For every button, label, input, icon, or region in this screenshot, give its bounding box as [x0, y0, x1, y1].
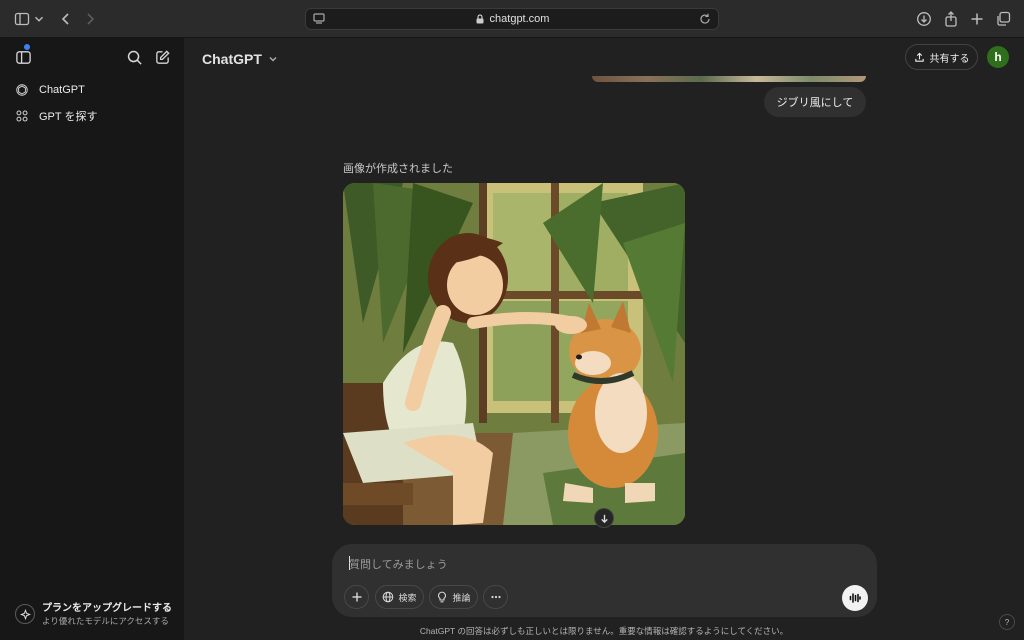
- ghibli-girl-dog-illustration: [343, 183, 685, 525]
- voice-mode-button[interactable]: [842, 585, 868, 611]
- lock-icon: [476, 14, 484, 24]
- model-selector[interactable]: ChatGPT: [202, 49, 279, 69]
- chevron-down-icon[interactable]: [32, 9, 46, 29]
- grid-icon: [14, 108, 30, 124]
- upgrade-title: プランをアップグレードする: [42, 602, 172, 614]
- sparkle-icon: [15, 604, 35, 624]
- upgrade-subtitle: より優れたモデルにアクセスする: [42, 615, 169, 626]
- attach-button[interactable]: [344, 585, 369, 609]
- scroll-to-bottom-button[interactable]: [594, 508, 614, 528]
- share-sheet-icon[interactable]: [941, 9, 961, 29]
- user-message: ジブリ風にして: [764, 87, 866, 117]
- browser-toolbar: chatgpt.com: [0, 0, 1024, 38]
- sidebar: ChatGPT GPT を探す プランをアップグレードする より優れたモデルにア…: [0, 38, 184, 640]
- upload-icon: [914, 52, 924, 62]
- sidebar-toggle-icon[interactable]: [12, 9, 32, 29]
- forward-arrow-icon[interactable]: [80, 9, 100, 29]
- chat-main: ChatGPT 共有する h ジブリ風にして 画像が作成されました 質問してみま…: [184, 38, 1024, 640]
- tab-overview-icon[interactable]: [993, 9, 1013, 29]
- reason-label: 推論: [452, 592, 471, 603]
- generated-image[interactable]: [343, 183, 685, 525]
- model-name: ChatGPT: [202, 51, 262, 67]
- close-sidebar-icon[interactable]: [13, 44, 33, 67]
- sidebar-item-label: ChatGPT: [39, 84, 85, 96]
- sidebar-item-label: GPT を探す: [39, 111, 98, 123]
- openai-logo-icon: [14, 82, 30, 98]
- more-tools-button[interactable]: [483, 585, 508, 609]
- ellipsis-icon: [490, 595, 501, 599]
- arrow-down-icon: [600, 514, 608, 523]
- reader-icon[interactable]: [312, 12, 326, 26]
- waveform-icon: [849, 593, 861, 603]
- upgrade-plan-button[interactable]: プランをアップグレードする より優れたモデルにアクセスする: [8, 596, 178, 632]
- search-button[interactable]: 検索: [375, 585, 424, 609]
- share-button[interactable]: 共有する: [905, 44, 978, 70]
- address-bar[interactable]: chatgpt.com: [305, 8, 719, 30]
- reload-icon[interactable]: [698, 12, 712, 26]
- composer-placeholder[interactable]: 質問してみましょう: [349, 556, 448, 572]
- download-icon[interactable]: [914, 9, 934, 29]
- back-arrow-icon[interactable]: [56, 9, 76, 29]
- avatar[interactable]: h: [987, 46, 1009, 68]
- sidebar-item-chatgpt[interactable]: ChatGPT: [8, 78, 176, 102]
- previous-image-edge: [592, 76, 866, 82]
- share-label: 共有する: [929, 53, 970, 65]
- help-button[interactable]: ?: [999, 614, 1015, 630]
- search-icon[interactable]: [124, 47, 144, 67]
- globe-icon: [383, 591, 394, 603]
- new-chat-icon[interactable]: [152, 47, 172, 67]
- sidebar-item-explore-gpts[interactable]: GPT を探す: [8, 104, 176, 128]
- search-label: 検索: [398, 592, 417, 603]
- image-created-status: 画像が作成されました: [343, 163, 453, 175]
- chevron-down-icon: [269, 56, 277, 62]
- new-tab-icon[interactable]: [967, 9, 987, 29]
- message-composer[interactable]: 質問してみましょう 検索 推論: [332, 544, 877, 617]
- notification-dot: [24, 44, 30, 50]
- disclaimer-text: ChatGPT の回答は必ずしも正しいとは限りません。重要な情報は確認するように…: [419, 626, 789, 636]
- plus-icon: [352, 592, 361, 602]
- lightbulb-icon: [438, 591, 447, 603]
- url-text: chatgpt.com: [489, 13, 550, 25]
- reason-button[interactable]: 推論: [429, 585, 478, 609]
